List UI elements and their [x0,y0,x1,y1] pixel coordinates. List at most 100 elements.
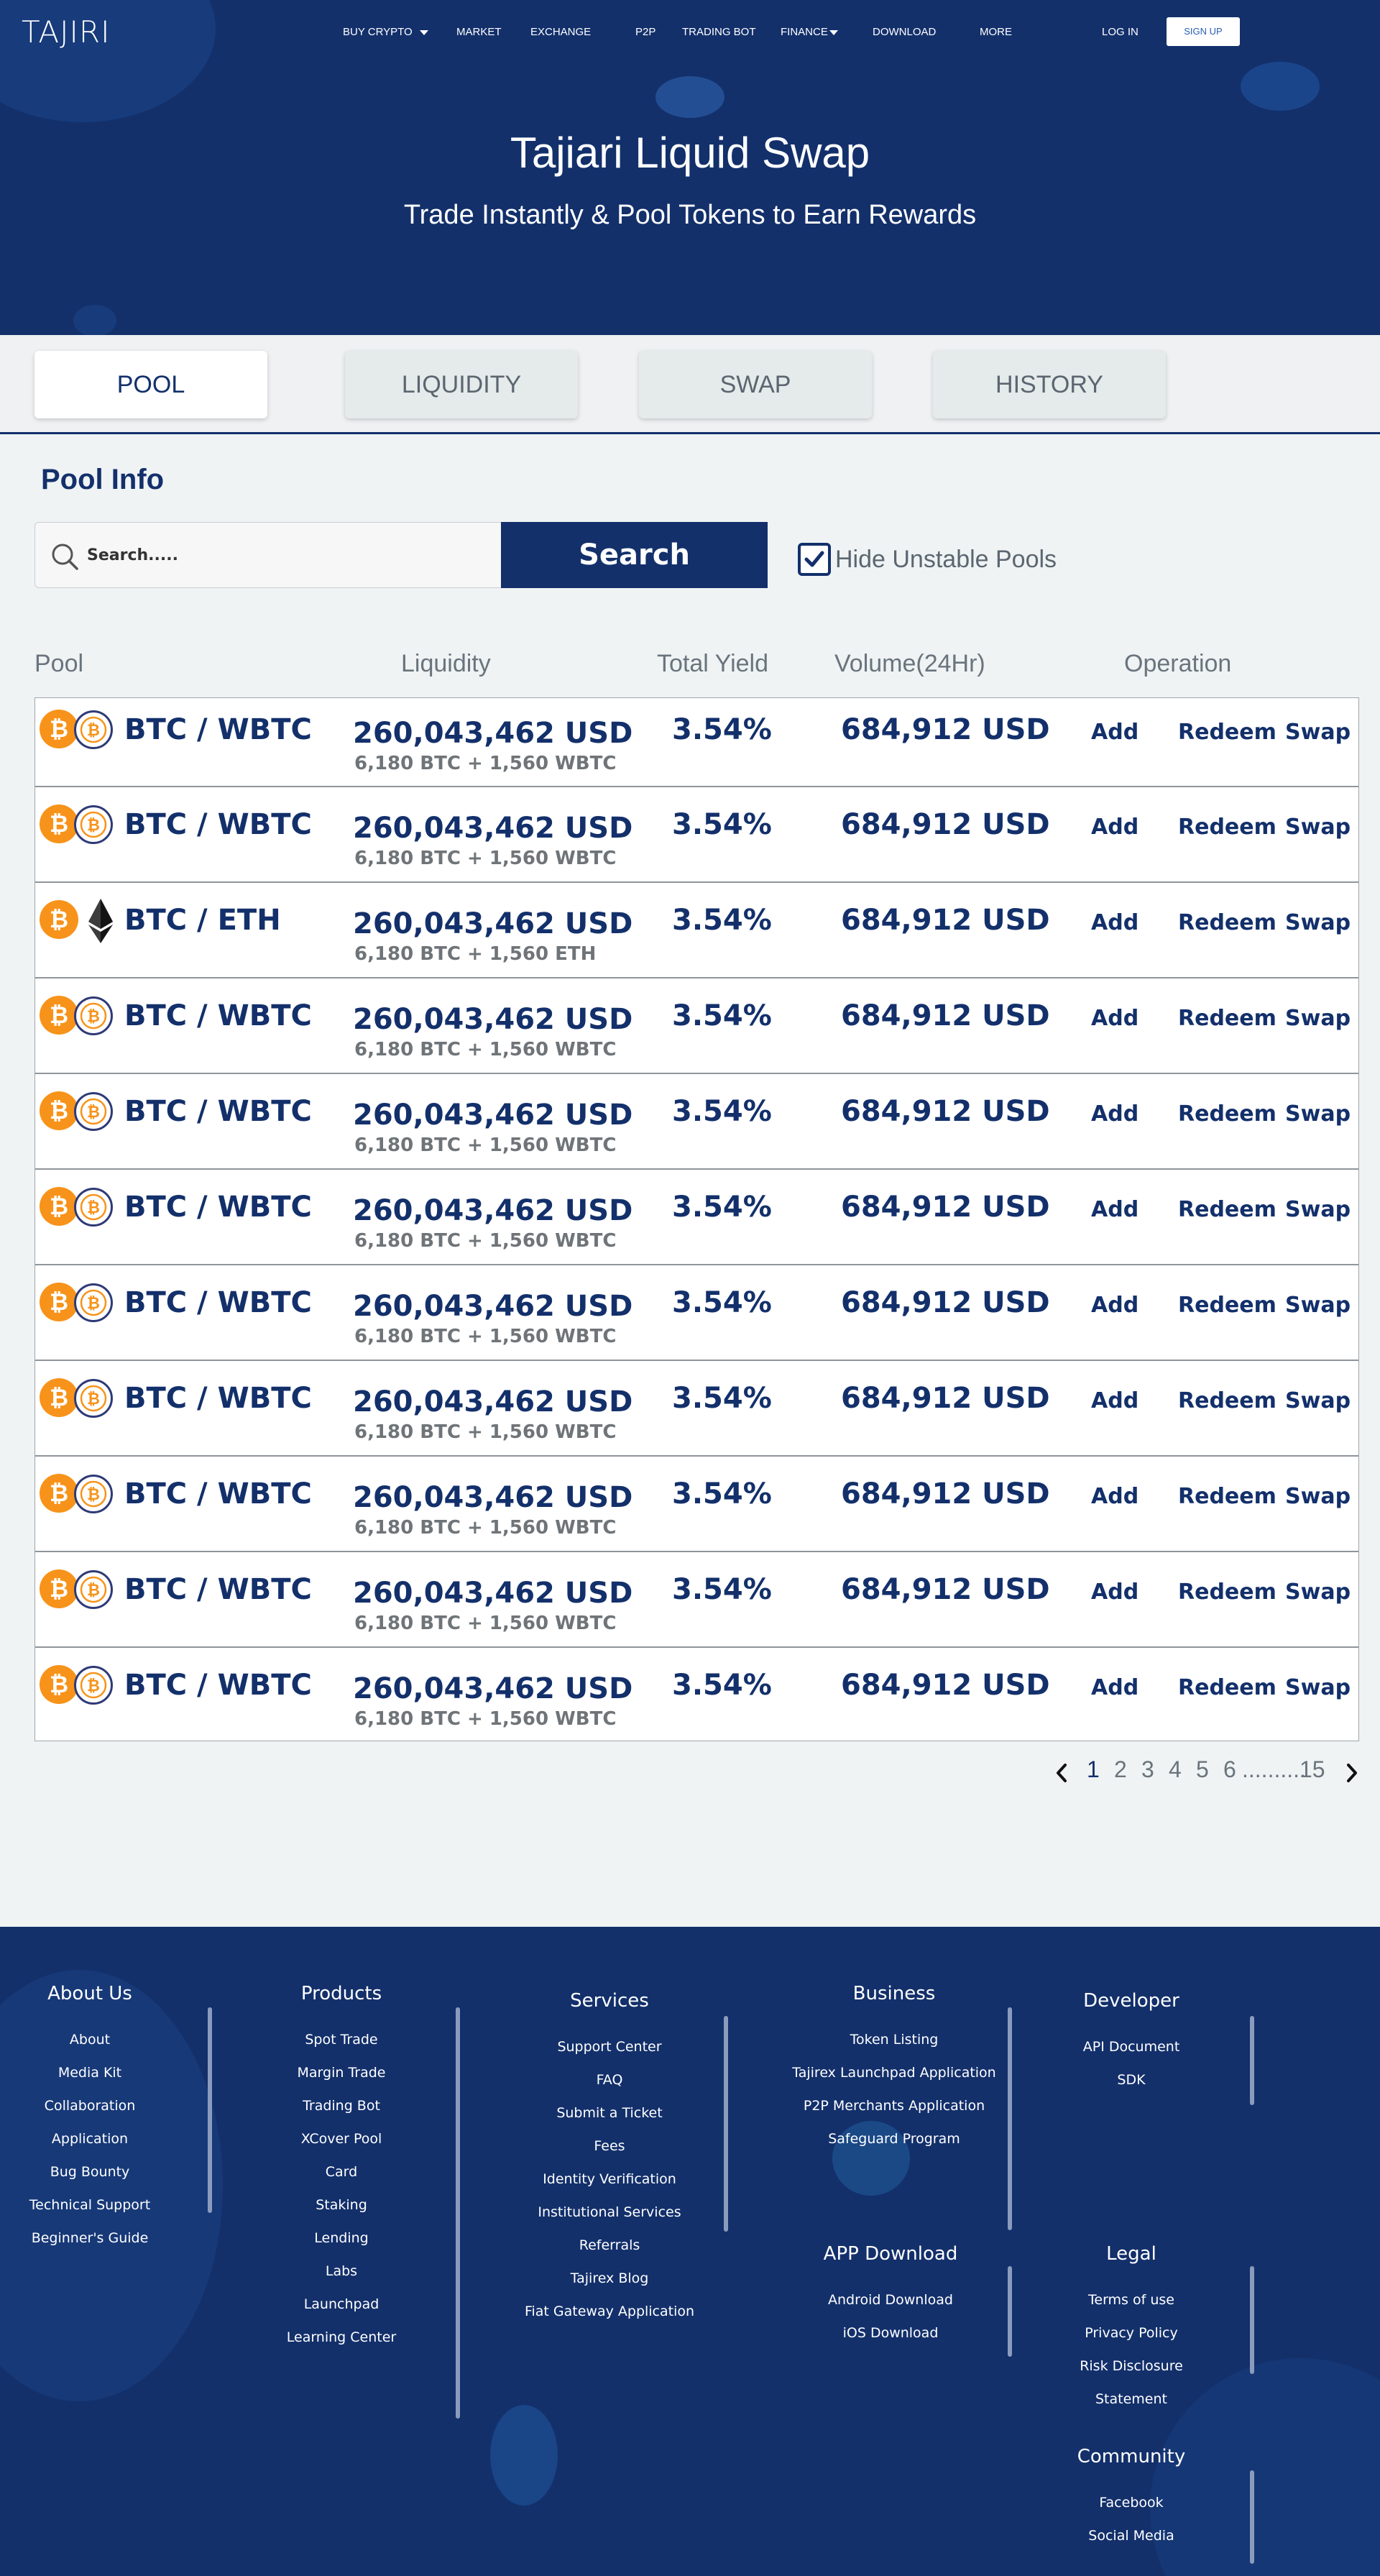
footer-link[interactable]: FAQ [466,2072,753,2088]
footer-link[interactable]: Safeguard Program [750,2131,1038,2147]
swap-button[interactable]: Swap [1285,815,1351,840]
swap-button[interactable]: Swap [1285,1388,1351,1413]
signup-button[interactable]: SIGN UP [1167,17,1240,46]
nav-trading-bot[interactable]: TRADING BOT [682,26,756,38]
footer-link[interactable]: P2P Merchants Application [750,2098,1038,2114]
hide-unstable-toggle[interactable]: Hide Unstable Pools [798,543,1057,576]
footer-link[interactable]: Labs [198,2263,485,2279]
footer-column-title: Products [300,1983,382,2004]
nav-buy-crypto[interactable]: BUY CRYPTO [343,26,428,38]
chevron-right-icon[interactable] [1344,1762,1360,1784]
nav-p2p[interactable]: P2P [635,26,656,38]
footer-link[interactable]: Identity Verification [466,2171,753,2187]
volume-value: 684,912 USD [841,1382,1050,1415]
swap-button[interactable]: Swap [1285,1675,1351,1700]
footer-link[interactable]: Terms of use [988,2292,1275,2308]
page-2[interactable]: 2 [1114,1756,1127,1783]
add-button[interactable]: Add [1091,720,1138,745]
add-button[interactable]: Add [1091,910,1138,935]
footer-link[interactable]: Social Media [988,2528,1275,2544]
add-button[interactable]: Add [1091,1675,1138,1700]
footer-link[interactable]: Fees [466,2138,753,2154]
footer-divider [1008,2007,1012,2230]
search-button[interactable]: Search [501,522,768,588]
add-button[interactable]: Add [1091,1197,1138,1222]
footer-link[interactable]: Tajirex Blog [466,2270,753,2286]
footer-link[interactable]: Spot Trade [198,2032,485,2048]
footer-link[interactable]: Staking [198,2197,485,2213]
footer-link[interactable]: SDK [988,2072,1275,2088]
footer-link[interactable]: Submit a Ticket [466,2105,753,2121]
swap-button[interactable]: Swap [1285,910,1351,935]
swap-button[interactable]: Swap [1285,720,1351,745]
hide-unstable-checkbox[interactable] [798,543,831,576]
footer-link[interactable]: Margin Trade [198,2065,485,2081]
nav-market[interactable]: MARKET [456,26,502,38]
add-button[interactable]: Add [1091,1293,1138,1318]
footer-link[interactable]: Referrals [466,2237,753,2253]
footer-link[interactable]: Trading Bot [198,2098,485,2114]
footer-link[interactable]: Institutional Services [466,2204,753,2220]
redeem-button[interactable]: Redeem [1178,1197,1276,1222]
tab-history[interactable]: HISTORY [933,351,1166,418]
page-15[interactable]: 15 [1300,1756,1325,1783]
swap-button[interactable]: Swap [1285,1197,1351,1222]
footer-divider [1250,2266,1254,2374]
logo[interactable]: TAJIRI [22,14,110,50]
swap-button[interactable]: Swap [1285,1580,1351,1605]
page-3[interactable]: 3 [1141,1756,1154,1783]
page-1[interactable]: 1 [1087,1756,1100,1783]
tab-pool[interactable]: POOL [34,351,267,418]
redeem-button[interactable]: Redeem [1178,1675,1276,1700]
page-4[interactable]: 4 [1169,1756,1182,1783]
nav-download[interactable]: DOWNLOAD [873,26,936,38]
nav-more[interactable]: MORE [980,26,1012,38]
redeem-button[interactable]: Redeem [1178,1388,1276,1413]
search-input[interactable] [87,523,489,587]
footer-link[interactable]: Launchpad [198,2296,485,2312]
page-5[interactable]: 5 [1196,1756,1209,1783]
footer-link[interactable]: Privacy Policy [988,2325,1275,2341]
search-field[interactable] [34,522,502,588]
footer-link[interactable]: Statement [988,2391,1275,2407]
liquidity-value: 260,043,462 USD [353,717,633,750]
page-6[interactable]: 6 [1223,1756,1236,1783]
tab-liquidity[interactable]: LIQUIDITY [345,351,578,418]
redeem-button[interactable]: Redeem [1178,815,1276,840]
swap-button[interactable]: Swap [1285,1006,1351,1031]
footer-link[interactable]: Support Center [466,2039,753,2055]
redeem-button[interactable]: Redeem [1178,1580,1276,1605]
nav-exchange[interactable]: EXCHANGE [530,26,591,38]
add-button[interactable]: Add [1091,1101,1138,1127]
redeem-button[interactable]: Redeem [1178,720,1276,745]
tab-swap[interactable]: SWAP [639,351,872,418]
add-button[interactable]: Add [1091,1484,1138,1509]
chevron-left-icon[interactable] [1054,1762,1070,1784]
redeem-button[interactable]: Redeem [1178,910,1276,935]
footer-link[interactable]: Facebook [988,2495,1275,2511]
add-button[interactable]: Add [1091,815,1138,840]
add-button[interactable]: Add [1091,1580,1138,1605]
add-button[interactable]: Add [1091,1388,1138,1413]
footer-link[interactable]: Learning Center [198,2329,485,2345]
footer-link[interactable]: API Document [988,2039,1275,2055]
volume-value: 684,912 USD [841,1669,1050,1702]
swap-button[interactable]: Swap [1285,1484,1351,1509]
footer-link[interactable]: Risk Disclosure [988,2358,1275,2374]
footer-link[interactable]: Card [198,2164,485,2180]
login-link[interactable]: LOG IN [1102,26,1138,38]
redeem-button[interactable]: Redeem [1178,1006,1276,1031]
add-button[interactable]: Add [1091,1006,1138,1031]
nav-finance[interactable]: FINANCE [781,26,838,38]
search-icon [52,544,78,570]
swap-button[interactable]: Swap [1285,1101,1351,1127]
footer-link[interactable]: XCover Pool [198,2131,485,2147]
redeem-button[interactable]: Redeem [1178,1484,1276,1509]
swap-button[interactable]: Swap [1285,1293,1351,1318]
total-yield-value: 3.54% [672,808,772,841]
redeem-button[interactable]: Redeem [1178,1101,1276,1127]
redeem-button[interactable]: Redeem [1178,1293,1276,1318]
footer-link[interactable]: Lending [198,2230,485,2246]
footer-link[interactable]: Fiat Gateway Application [466,2304,753,2319]
footer-column-title: Legal [1106,2243,1156,2265]
